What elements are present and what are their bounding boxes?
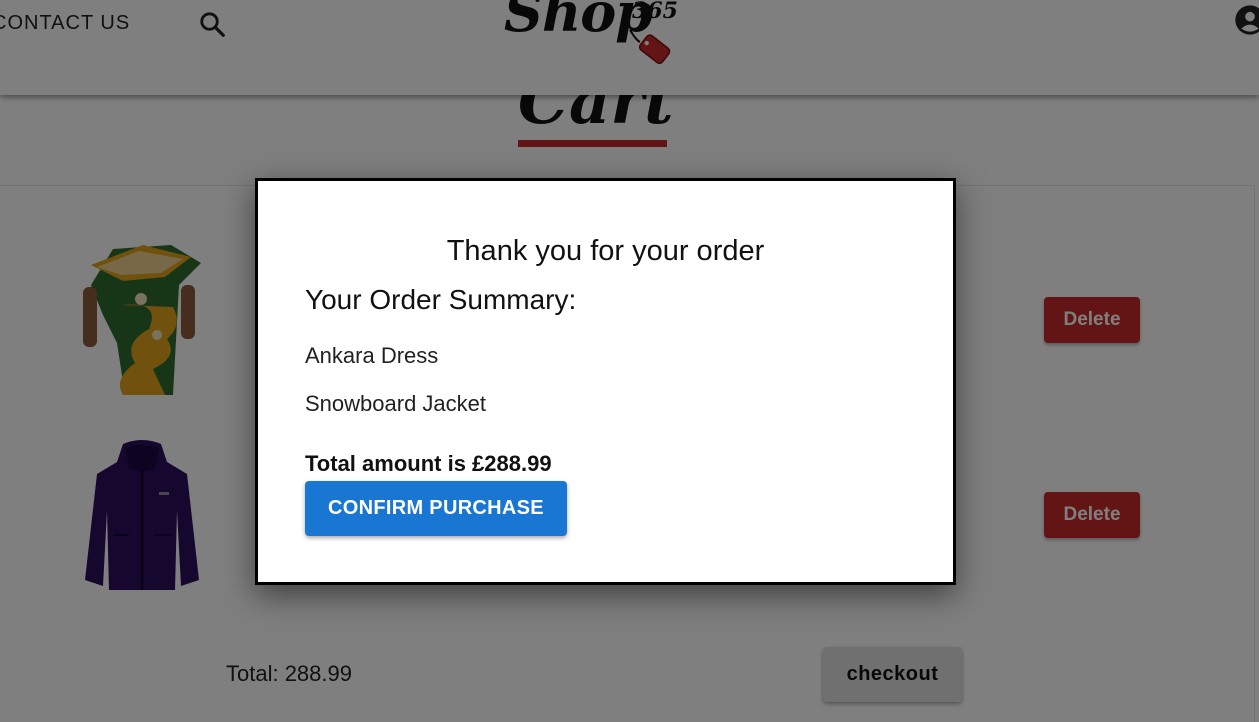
order-total: Total amount is £288.99 bbox=[305, 451, 552, 476]
order-confirmation-modal: Thank you for your order Your Order Summ… bbox=[255, 178, 956, 585]
confirm-purchase-button[interactable]: CONFIRM PURCHASE bbox=[305, 481, 567, 536]
page: CONTACT US Shop 365 bbox=[0, 0, 1259, 722]
order-summary-item: Snowboard Jacket bbox=[305, 391, 486, 416]
order-summary-item: Ankara Dress bbox=[305, 343, 439, 368]
modal-heading: Thank you for your order bbox=[446, 235, 765, 267]
order-summary-heading: Your Order Summary: bbox=[305, 284, 577, 315]
